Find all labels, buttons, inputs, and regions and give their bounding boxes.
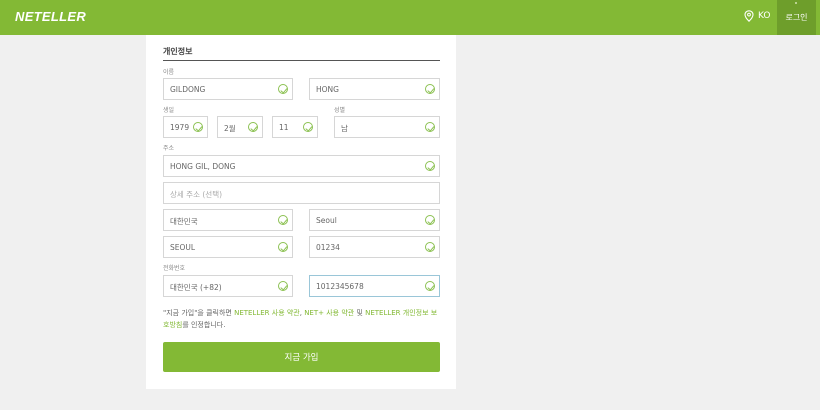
birth-year-select[interactable]: 1979 bbox=[163, 116, 208, 138]
check-circle-icon bbox=[425, 242, 435, 252]
neteller-terms-link[interactable]: NETELLER 사용 약관 bbox=[234, 309, 300, 317]
check-circle-icon bbox=[425, 215, 435, 225]
signup-form-card: 개인정보 이름 GILDONG HONG 생일 성별 1979 2월 11 남 … bbox=[146, 35, 456, 389]
check-circle-icon bbox=[278, 281, 288, 291]
section-title: 개인정보 bbox=[163, 47, 193, 56]
neteller-logo[interactable]: NETELLER bbox=[15, 9, 86, 24]
check-circle-icon bbox=[425, 84, 435, 94]
phone-label: 전화번호 bbox=[163, 265, 186, 272]
address-line2-input[interactable]: 상세 주소 (선택) bbox=[163, 182, 440, 204]
gender-select[interactable]: 남 bbox=[334, 116, 440, 138]
country-value: 대한민국 bbox=[170, 217, 198, 226]
phone-country-select[interactable]: 대한민국 (+82) bbox=[163, 275, 293, 297]
phone-number-value: 1012345678 bbox=[316, 282, 364, 291]
last-name-value: HONG bbox=[316, 85, 339, 94]
phone-country-value: 대한민국 (+82) bbox=[170, 283, 222, 292]
terms-text: "지금 가입"을 클릭하면 bbox=[163, 309, 235, 317]
section-divider bbox=[163, 60, 440, 61]
language-code: KO bbox=[758, 11, 771, 21]
signup-button[interactable]: 지금 가입 bbox=[163, 342, 440, 372]
check-circle-icon bbox=[425, 122, 435, 132]
city-value: SEOUL bbox=[170, 243, 196, 252]
address-label: 주소 bbox=[163, 145, 175, 152]
check-circle-icon bbox=[278, 242, 288, 252]
check-circle-icon bbox=[278, 215, 288, 225]
region-value: Seoul bbox=[316, 216, 337, 225]
check-circle-icon bbox=[278, 84, 288, 94]
last-name-input[interactable]: HONG bbox=[309, 78, 440, 100]
postal-code-input[interactable]: 01234 bbox=[309, 236, 440, 258]
gender-label: 성별 bbox=[334, 107, 346, 114]
region-input[interactable]: Seoul bbox=[309, 209, 440, 231]
phone-number-input[interactable]: 1012345678 bbox=[309, 275, 440, 297]
top-bar: NETELLER KO 로그인 bbox=[0, 0, 820, 35]
language-selector[interactable]: KO bbox=[744, 10, 771, 22]
birth-month-value: 2월 bbox=[224, 124, 236, 133]
check-circle-icon bbox=[425, 281, 435, 291]
birth-month-select[interactable]: 2월 bbox=[217, 116, 263, 138]
first-name-value: GILDONG bbox=[170, 85, 206, 94]
first-name-input[interactable]: GILDONG bbox=[163, 78, 293, 100]
check-circle-icon bbox=[193, 122, 203, 132]
postal-code-value: 01234 bbox=[316, 243, 340, 252]
birth-year-value: 1979 bbox=[170, 123, 190, 132]
address-line1-value: HONG GIL, DONG bbox=[170, 162, 236, 171]
terms-text: 를 인정합니다. bbox=[182, 321, 226, 329]
dot-indicator bbox=[795, 2, 797, 4]
terms-text: 및 bbox=[354, 309, 366, 317]
check-circle-icon bbox=[248, 122, 258, 132]
net-plus-terms-link[interactable]: NET+ 사용 약관 bbox=[304, 309, 354, 317]
terms-notice: "지금 가입"을 클릭하면 NETELLER 사용 약관, NET+ 사용 약관… bbox=[163, 307, 443, 331]
city-input[interactable]: SEOUL bbox=[163, 236, 293, 258]
check-circle-icon bbox=[303, 122, 313, 132]
gender-value: 남 bbox=[341, 124, 348, 133]
login-label: 로그인 bbox=[785, 13, 808, 22]
check-circle-icon bbox=[425, 161, 435, 171]
login-button[interactable]: 로그인 bbox=[777, 0, 816, 35]
birthday-label: 생일 bbox=[163, 107, 175, 114]
location-pin-icon bbox=[744, 10, 754, 22]
address-line2-placeholder: 상세 주소 (선택) bbox=[170, 190, 223, 199]
address-line1-input[interactable]: HONG GIL, DONG bbox=[163, 155, 440, 177]
birth-day-value: 11 bbox=[279, 123, 289, 132]
birth-day-select[interactable]: 11 bbox=[272, 116, 318, 138]
country-select[interactable]: 대한민국 bbox=[163, 209, 293, 231]
name-label: 이름 bbox=[163, 69, 175, 76]
